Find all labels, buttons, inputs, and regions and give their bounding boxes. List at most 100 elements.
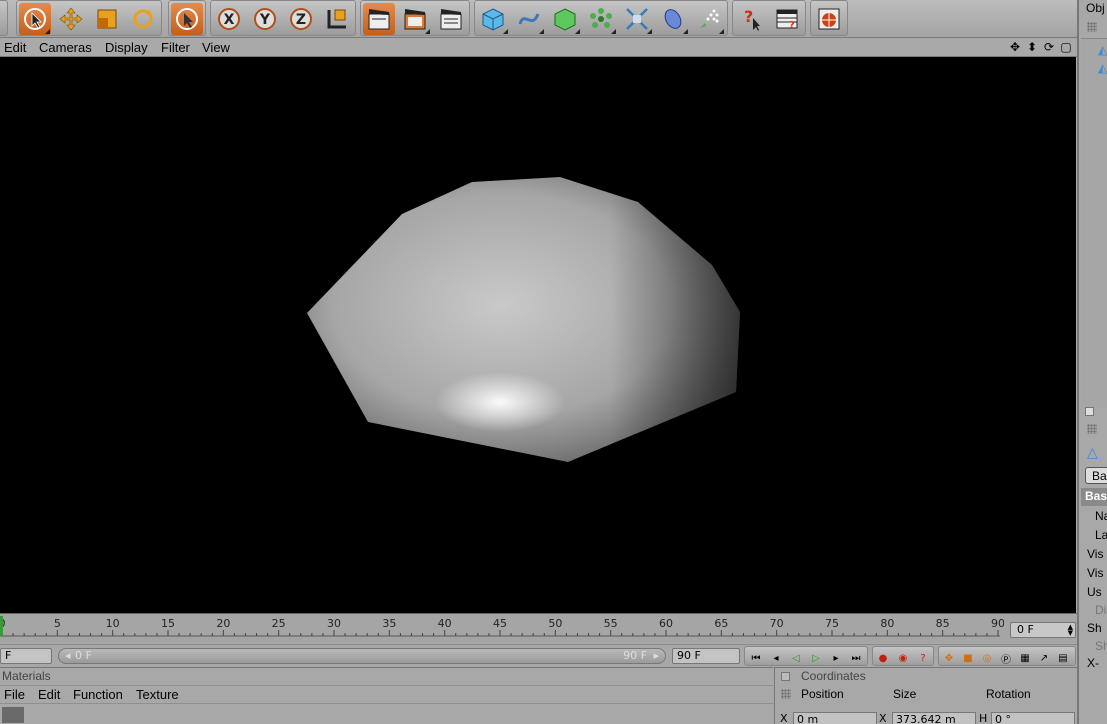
menu-filter[interactable]: Filter: [161, 40, 190, 55]
scheme-icon[interactable]: ▤: [1054, 649, 1072, 667]
key-rotation-icon[interactable]: ◎: [978, 649, 996, 667]
object-manager-panel: Obj ◭ ◭ △ Bas Bas Na La Vis Vis Us Dis S…: [1077, 0, 1107, 724]
dolly-icon[interactable]: ⬍: [1025, 40, 1039, 54]
svg-text:Z: Z: [296, 12, 306, 28]
browser-icon[interactable]: [813, 3, 845, 35]
size-x-value: 373.642 m: [896, 713, 956, 724]
slider-right-arrow-icon[interactable]: ▸: [653, 649, 659, 663]
ruler-tick-label: 70: [770, 617, 784, 630]
position-x-field[interactable]: 0 m: [793, 712, 877, 724]
3d-viewport[interactable]: [0, 57, 1076, 613]
size-x-label: X: [879, 712, 887, 724]
scale-icon[interactable]: [91, 3, 123, 35]
start-frame-value: F: [5, 649, 12, 662]
render-settings-icon[interactable]: [435, 3, 467, 35]
size-x-field[interactable]: 373.642 m: [892, 712, 976, 724]
move-icon[interactable]: [55, 3, 87, 35]
attr-visible-editor-label[interactable]: Vis: [1087, 547, 1103, 561]
basic-tab[interactable]: Bas: [1085, 467, 1107, 484]
object-type-icon: △: [1087, 444, 1098, 460]
ruler-tick-label: 65: [714, 617, 728, 630]
array-icon[interactable]: [585, 3, 617, 35]
go-to-end-icon[interactable]: ⏭: [847, 649, 865, 667]
live-selection-icon[interactable]: [19, 3, 51, 35]
materials-menu-file[interactable]: File: [4, 687, 25, 702]
world-coordinate-icon[interactable]: [321, 3, 353, 35]
menu-view[interactable]: View: [202, 40, 230, 55]
cinema4d-window: X Y Z ? ? Edit Cameras Display Filter Vi…: [0, 0, 1107, 724]
cube-object-icon[interactable]: [477, 3, 509, 35]
particles-icon[interactable]: [693, 3, 725, 35]
timeline-ruler[interactable]: 051015202530354045505560657075808590: [0, 614, 1004, 642]
attributes-checkbox[interactable]: [1085, 407, 1094, 416]
key-position-icon[interactable]: ✥: [940, 649, 958, 667]
x-axis-icon[interactable]: X: [213, 3, 245, 35]
z-axis-icon[interactable]: Z: [285, 3, 317, 35]
grip-icon[interactable]: [781, 689, 791, 699]
render-picture-viewer-icon[interactable]: [399, 3, 431, 35]
spinner-icon[interactable]: ▲ ▼: [1068, 624, 1073, 637]
ruler-tick-label: 5: [54, 617, 61, 630]
svg-text:?: ?: [744, 7, 753, 26]
spline-icon[interactable]: [513, 3, 545, 35]
render-view-icon[interactable]: [363, 3, 395, 35]
materials-menu-texture[interactable]: Texture: [136, 687, 179, 702]
timeline[interactable]: 051015202530354045505560657075808590 0 F…: [0, 613, 1077, 643]
nurbs-icon[interactable]: [549, 3, 581, 35]
key-pla-icon[interactable]: ▦: [1016, 649, 1034, 667]
current-frame-field[interactable]: 0 F ▲ ▼: [1010, 622, 1076, 638]
coordinates-checkbox[interactable]: [781, 672, 790, 681]
help-cursor-icon[interactable]: ?: [735, 3, 767, 35]
object-list[interactable]: ◭ ◭: [1081, 38, 1107, 408]
deformer-icon[interactable]: [621, 3, 653, 35]
next-frame-icon[interactable]: ▸: [827, 649, 845, 667]
specular-highlight: [435, 372, 565, 432]
frame-range-slider[interactable]: ◂ 0 F 90 F ▸: [58, 648, 666, 664]
key-scale-icon[interactable]: ■: [959, 649, 977, 667]
material-preview-icon[interactable]: [2, 707, 24, 723]
layout-icon[interactable]: ?: [771, 3, 803, 35]
attr-use-color-label[interactable]: Us: [1087, 585, 1102, 599]
keyframe-selection-icon[interactable]: ?: [914, 649, 932, 667]
viewport-nav-controls: ✥ ⬍ ⟳ ▢: [1008, 40, 1073, 54]
key-parameter-icon[interactable]: Ⓟ: [997, 649, 1015, 667]
basic-tab-label: Bas: [1092, 469, 1107, 483]
pan-icon[interactable]: ✥: [1008, 40, 1022, 54]
record-icon[interactable]: ●: [874, 649, 892, 667]
end-frame-field[interactable]: 90 F: [672, 648, 740, 664]
play-backward-icon[interactable]: ◁: [787, 649, 805, 667]
playhead[interactable]: [0, 616, 3, 636]
slider-left-arrow-icon[interactable]: ◂: [65, 649, 71, 663]
rotate-icon[interactable]: [127, 3, 159, 35]
orbit-icon[interactable]: ⟳: [1042, 40, 1056, 54]
interpolation-icon[interactable]: ↗: [1035, 649, 1053, 667]
selection-icon[interactable]: [171, 3, 203, 35]
rotation-h-field[interactable]: 0 °: [991, 712, 1075, 724]
materials-menu-function[interactable]: Function: [73, 687, 123, 702]
attributes-grip-icon[interactable]: [1087, 424, 1097, 434]
object-tree-icon[interactable]: ◭: [1098, 43, 1107, 57]
attr-visible-renderer-label[interactable]: Vis: [1087, 566, 1103, 580]
ruler-tick-label: 35: [382, 617, 396, 630]
menu-display[interactable]: Display: [105, 40, 148, 55]
auto-key-icon[interactable]: ◉: [894, 649, 912, 667]
menu-edit[interactable]: Edit: [4, 40, 26, 55]
object-manager-title: Obj: [1086, 1, 1105, 15]
scene-icon[interactable]: [657, 3, 689, 35]
menu-cameras[interactable]: Cameras: [39, 40, 92, 55]
attr-xray-label[interactable]: X-: [1087, 656, 1099, 670]
prev-frame-icon[interactable]: ◂: [767, 649, 785, 667]
materials-panel: Materials File Edit Function Texture: [0, 667, 773, 724]
toolbar-group-select: [168, 0, 206, 36]
toolbar-group-axes: X Y Z: [210, 0, 356, 36]
maximize-icon[interactable]: ▢: [1059, 40, 1073, 54]
start-frame-field[interactable]: F: [0, 648, 52, 664]
materials-menu-edit[interactable]: Edit: [38, 687, 60, 702]
play-forward-icon[interactable]: ▷: [807, 649, 825, 667]
attr-name-label: Na: [1095, 509, 1107, 523]
object-tree-icon[interactable]: ◭: [1098, 61, 1107, 75]
y-axis-icon[interactable]: Y: [249, 3, 281, 35]
object-manager-grip-icon[interactable]: [1087, 22, 1097, 32]
attr-show-label[interactable]: Sh: [1087, 621, 1102, 635]
go-to-start-icon[interactable]: ⏮: [747, 649, 765, 667]
